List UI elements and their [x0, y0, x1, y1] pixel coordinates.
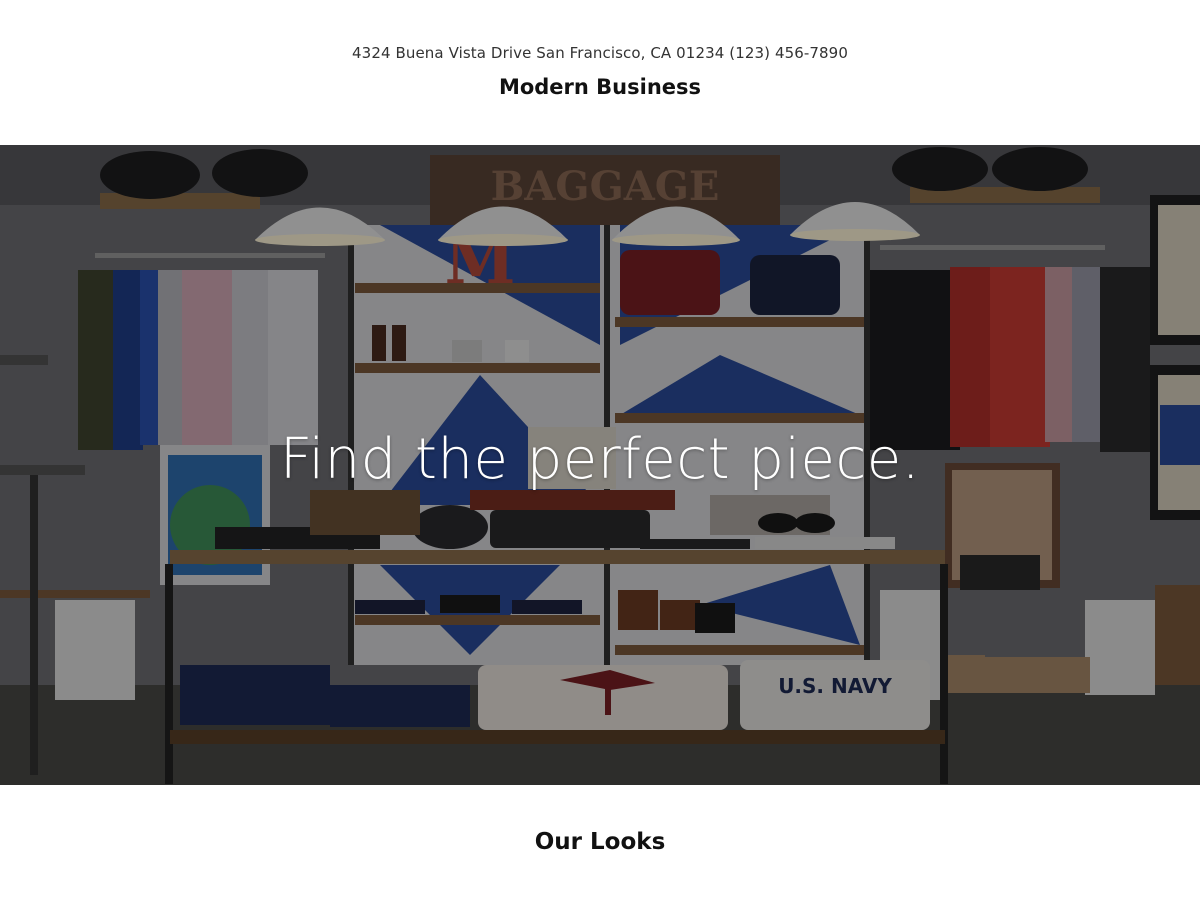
site-header: 4324 Buena Vista Drive San Francisco, CA… [0, 0, 1200, 145]
hero-banner: BAGGAGE M U.S. NAVY Find the perfect pie… [0, 145, 1200, 785]
brand-title[interactable]: Modern Business [0, 75, 1200, 99]
our-looks-heading: Our Looks [534, 829, 666, 855]
contact-address: 4324 Buena Vista Drive San Francisco, CA… [352, 44, 848, 62]
hero-tagline: Find the perfect piece. [279, 427, 921, 492]
